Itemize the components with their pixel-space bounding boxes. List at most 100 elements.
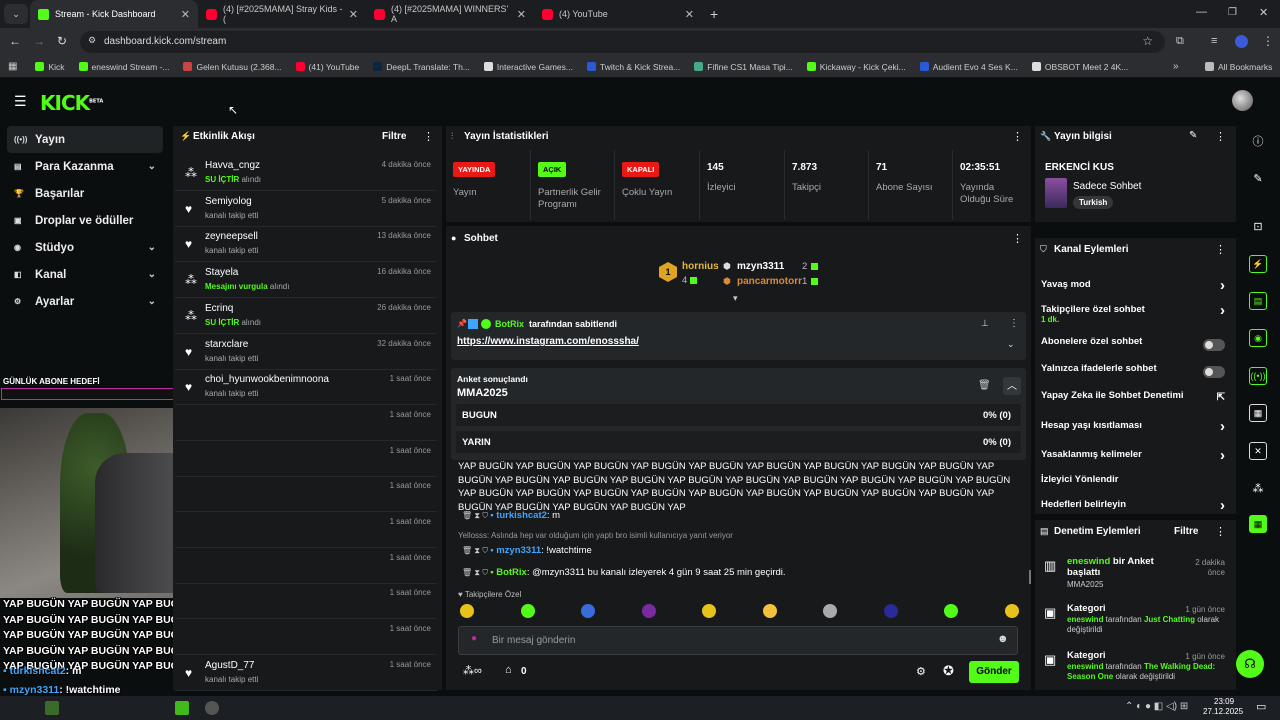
bookmark-item[interactable]: OBSBOT Meet 2 4K...	[1031, 62, 1128, 72]
emote-icon[interactable]	[702, 604, 716, 618]
stats-widget-icon[interactable]: ▦	[1240, 401, 1276, 425]
emote-icon[interactable]	[520, 604, 535, 618]
nav-item-kanal[interactable]: ◧ Kanal ⌄	[0, 261, 170, 288]
channel-action-row[interactable]: Yasaklanmış kelimeler ›	[1041, 447, 1231, 473]
mod-sub-user[interactable]: eneswind	[1067, 615, 1103, 624]
send-button[interactable]: Gönder	[969, 661, 1019, 683]
chat-message[interactable]: 🗑 ⧗ ⛉ ▪ turkishcat2: m	[462, 510, 560, 521]
event-user[interactable]: starxclare	[205, 339, 248, 350]
activity-event[interactable]: 1 saat önce	[175, 548, 437, 584]
support-chat-icon[interactable]: ☊	[1236, 650, 1264, 678]
emote-icon[interactable]	[641, 604, 656, 618]
bookmark-item[interactable]: Audient Evo 4 Ses K...	[919, 62, 1018, 72]
tab-youtube-1[interactable]: (4) [#2025MAMA] Stray Kids - (✕	[198, 0, 366, 28]
bookmark-item[interactable]: eneswind Stream -...	[78, 62, 169, 72]
kick-logo[interactable]: KICKBETA	[40, 91, 103, 115]
chat-input[interactable]: ● Bir mesaj gönderin ☻	[458, 626, 1018, 655]
activity-event[interactable]: ♥ AgustD_77 kanalı takip etti 1 saat önce	[175, 655, 437, 691]
reload-icon[interactable]: ↻	[57, 34, 67, 48]
moderation-menu-icon[interactable]: ⋮	[1215, 525, 1226, 538]
nav-item-yayın[interactable]: ((•)) Yayın	[7, 126, 163, 153]
activity-event[interactable]: 1 saat önce	[175, 405, 437, 441]
channel-action-row[interactable]: Yapay Zeka ile Sohbet Denetimi ⇱	[1041, 390, 1231, 414]
nav-item-para-kazanma[interactable]: ▤ Para Kazanma ⌄	[0, 153, 170, 180]
activity-event[interactable]: ⁂ Stayela Mesajını vurgula alındı 16 dakika…	[175, 262, 437, 299]
record-icon[interactable]: ⊡	[1240, 214, 1276, 238]
event-user[interactable]: Stayela	[205, 267, 238, 278]
minimize-icon[interactable]: —	[1196, 6, 1207, 18]
nav-item-stüdyo[interactable]: ◉ Stüdyo ⌄	[0, 234, 170, 261]
info-menu-icon[interactable]: ⋮	[1215, 130, 1226, 143]
browser-menu-icon[interactable]: ⋮	[1262, 34, 1274, 48]
clip-widget-icon[interactable]: ▦	[1240, 512, 1276, 536]
unpin-icon[interactable]: ⊥	[981, 318, 989, 329]
info-icon[interactable]: ⓘ	[1240, 129, 1276, 153]
taskbar-app-icon[interactable]	[45, 701, 59, 715]
profile-avatar-icon[interactable]	[1235, 35, 1248, 48]
bolt-widget-icon[interactable]: ⚡	[1240, 252, 1276, 276]
tab-youtube-3[interactable]: (4) YouTube ✕	[534, 0, 702, 28]
event-user[interactable]: zeyneepsell	[205, 231, 258, 242]
emote-icon[interactable]	[762, 604, 777, 618]
pinned-by-user[interactable]: BotRix	[495, 319, 524, 329]
new-tab-button[interactable]: +	[710, 6, 718, 22]
close-icon[interactable]: ✕	[181, 8, 190, 21]
mod-sub-user[interactable]: eneswind	[1067, 662, 1103, 671]
emote-icon[interactable]	[823, 604, 837, 618]
document-widget-icon[interactable]: ▤	[1240, 289, 1276, 313]
all-bookmarks[interactable]: All Bookmarks	[1205, 62, 1272, 72]
microphone-icon[interactable]: ●	[471, 633, 477, 644]
close-icon[interactable]: ✕	[685, 8, 694, 21]
emote-icon[interactable]	[460, 604, 474, 618]
emote-widget-icon[interactable]: ⁂	[1240, 476, 1276, 500]
channel-action-row[interactable]: Abonelere özel sohbet	[1041, 336, 1231, 360]
infinity-points-icon[interactable]: ⁂∞	[463, 664, 482, 677]
tools-widget-icon[interactable]: ✕	[1240, 439, 1276, 463]
activity-event[interactable]: ♥ zeyneepsell kanalı takip etti 13 dakika ö…	[175, 226, 437, 263]
bookmark-item[interactable]: Twitch & Kick Strea...	[586, 62, 680, 72]
bookmark-item[interactable]: Fifine CS1 Masa Tipi...	[694, 62, 793, 72]
moderation-entry[interactable]: ▥ eneswind bir Anket başlattı MMA2025 2 dak…	[1041, 556, 1231, 598]
expand-leaderboard-icon[interactable]: ▾	[733, 293, 738, 304]
activity-filter-button[interactable]: Filtre	[382, 131, 406, 142]
chat-username[interactable]: turkishcat2	[496, 510, 547, 521]
taskbar-app-icon[interactable]	[205, 701, 219, 715]
activity-event[interactable]: 1 saat önce	[175, 619, 437, 656]
mod-tools-icon[interactable]: 🗑 ⧗ ⛉	[462, 511, 490, 520]
extensions-icon[interactable]: ⧉	[1176, 35, 1184, 48]
hamburger-menu-icon[interactable]: ☰	[14, 93, 27, 110]
chat-username[interactable]: BotRix	[496, 567, 527, 578]
activity-event[interactable]: 1 saat önce	[175, 441, 437, 477]
event-user[interactable]: Havva_cngz	[205, 160, 260, 171]
toggle-switch[interactable]	[1203, 366, 1225, 378]
edit-icon[interactable]: ✎	[1189, 130, 1197, 141]
apps-grid-icon[interactable]: ▦	[8, 61, 17, 72]
emote-icon[interactable]	[883, 604, 898, 618]
chat-message[interactable]: 🗑 ⧗ ⛉ ▪ mzyn3311: !watchtime	[462, 545, 592, 556]
activity-menu-icon[interactable]: ⋮	[423, 130, 434, 143]
emoji-picker-icon[interactable]: ☻	[997, 633, 1009, 645]
bookmark-star-icon[interactable]: ☆	[1142, 34, 1153, 48]
toggle-switch[interactable]	[1203, 339, 1225, 351]
moderation-entry[interactable]: ▣ Kategori eneswind tarafından Just Chatti…	[1041, 603, 1231, 645]
chat-menu-icon[interactable]: ⋮	[1012, 232, 1023, 245]
activity-event[interactable]: ♥ starxclare kanalı takip etti 32 dakika ön…	[175, 334, 437, 370]
collapse-poll-icon[interactable]: ︿	[1003, 377, 1021, 395]
channel-action-row[interactable]: Yalnızca ifadelerle sohbet	[1041, 363, 1231, 387]
broadcast-widget-icon[interactable]: ((•))	[1240, 364, 1276, 388]
chat-scrollbar[interactable]	[1029, 570, 1031, 584]
chevron-down-icon[interactable]: ⌄	[1007, 339, 1015, 350]
chat-message[interactable]: 🗑 ⧗ ⛉ ▪ BotRix: @mzyn3311 bu kanalı izle…	[462, 567, 786, 578]
emote-icon[interactable]	[581, 604, 595, 618]
stats-menu-icon[interactable]: ⋮	[1012, 130, 1023, 143]
emote-icon[interactable]	[1004, 604, 1019, 618]
event-user[interactable]: Semiyolog	[205, 196, 252, 207]
nav-item-droplar-ve-ödüller[interactable]: ▣ Droplar ve ödüller	[0, 207, 170, 234]
activity-event[interactable]: 1 saat önce	[175, 512, 437, 548]
event-user[interactable]: choi_hyunwookbenimnoona	[205, 374, 329, 385]
close-icon[interactable]: ✕	[349, 8, 358, 21]
bookmark-item[interactable]: Interactive Games...	[483, 62, 573, 72]
site-info-icon[interactable]: ⚙	[88, 35, 96, 46]
activity-event[interactable]: 1 saat önce	[175, 476, 437, 513]
bookmark-item[interactable]: Gelen Kutusu (2.368...	[183, 62, 282, 72]
